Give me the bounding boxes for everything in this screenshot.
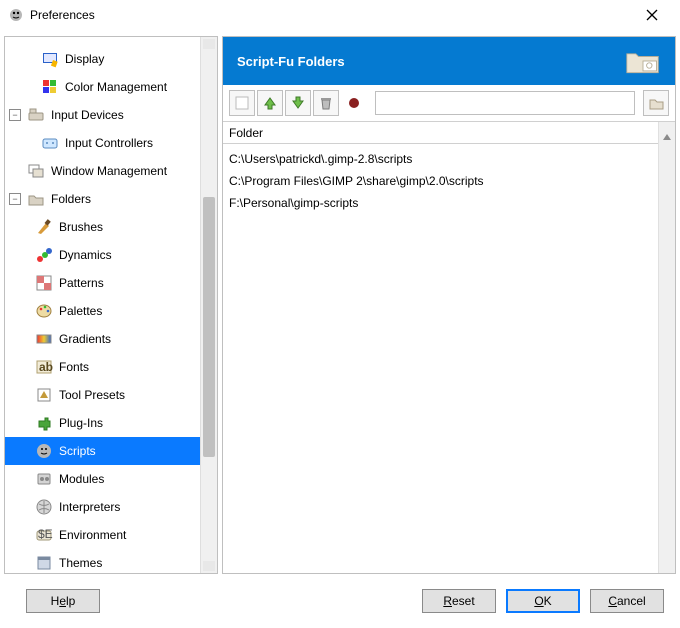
tree-item-color-management[interactable]: Color Management — [5, 73, 200, 101]
list-item[interactable]: F:\Personal\gimp-scripts — [229, 192, 652, 214]
tool-presets-icon — [35, 386, 53, 404]
tree-item-tool-presets[interactable]: Tool Presets — [5, 381, 200, 409]
folder-toolbar — [223, 85, 675, 121]
delete-button[interactable] — [313, 90, 339, 116]
tree-item-patterns[interactable]: Patterns — [5, 269, 200, 297]
tree-label: Environment — [59, 528, 126, 542]
tree-label: Fonts — [59, 360, 89, 374]
tree-label: Themes — [59, 556, 102, 570]
reset-button[interactable]: Reset — [422, 589, 496, 613]
tree-item-fonts[interactable]: ab Fonts — [5, 353, 200, 381]
tree-item-modules[interactable]: Modules — [5, 465, 200, 493]
folder-path: F:\Personal\gimp-scripts — [229, 196, 358, 210]
controllers-icon — [41, 134, 59, 152]
dialog-buttons: Help Reset OK Cancel — [0, 574, 680, 628]
tree-label: Folders — [51, 192, 91, 206]
tree-item-folders[interactable]: − Folders — [5, 185, 200, 213]
svg-text:ab: ab — [39, 360, 53, 374]
detail-pane: Script-Fu Folders Folder C:\Users\pa — [222, 36, 676, 574]
move-down-button[interactable] — [285, 90, 311, 116]
tree-item-interpreters[interactable]: Interpreters — [5, 493, 200, 521]
app-icon — [8, 7, 24, 23]
preferences-window: Preferences Display Color Management — [0, 0, 680, 628]
patterns-icon — [35, 274, 53, 292]
environment-icon: $ENV — [35, 526, 53, 544]
input-devices-icon — [27, 106, 45, 124]
themes-icon — [35, 554, 53, 572]
tree-label: Dynamics — [59, 248, 112, 262]
folders-icon — [27, 190, 45, 208]
close-button[interactable] — [632, 0, 672, 30]
brushes-icon — [35, 218, 53, 236]
tree-label: Plug-Ins — [59, 416, 103, 430]
tree-label: Display — [65, 52, 104, 66]
column-header-label: Folder — [229, 126, 263, 140]
folder-column-header[interactable]: Folder — [223, 122, 658, 144]
titlebar: Preferences — [0, 0, 680, 30]
content-area: Display Color Management − Input Devices… — [0, 30, 680, 574]
tree-item-palettes[interactable]: Palettes — [5, 297, 200, 325]
section-title: Script-Fu Folders — [237, 54, 345, 69]
color-icon — [41, 78, 59, 96]
window-title: Preferences — [30, 8, 632, 22]
category-tree-pane: Display Color Management − Input Devices… — [4, 36, 218, 574]
tree-label: Color Management — [65, 80, 167, 94]
svg-text:$ENV: $ENV — [38, 527, 53, 541]
folder-list[interactable]: C:\Users\patrickd\.gimp-2.8\scripts C:\P… — [223, 144, 658, 573]
tree-label: Modules — [59, 472, 104, 486]
tree-item-gradients[interactable]: Gradients — [5, 325, 200, 353]
tree-label: Patterns — [59, 276, 104, 290]
tree-label: Input Controllers — [65, 136, 153, 150]
fonts-icon: ab — [35, 358, 53, 376]
tree-label: Interpreters — [59, 500, 120, 514]
tree-item-dynamics[interactable]: Dynamics — [5, 241, 200, 269]
list-scrollbar[interactable] — [658, 122, 675, 573]
tree-item-window-management[interactable]: Window Management — [5, 157, 200, 185]
folder-path-input[interactable] — [375, 91, 635, 115]
folder-list-area: Folder C:\Users\patrickd\.gimp-2.8\scrip… — [223, 121, 675, 573]
tree-label: Brushes — [59, 220, 103, 234]
tree-label: Window Management — [51, 164, 167, 178]
plug-ins-icon — [35, 414, 53, 432]
folder-settings-icon — [625, 46, 661, 76]
tree-item-input-controllers[interactable]: Input Controllers — [5, 129, 200, 157]
folder-path: C:\Program Files\GIMP 2\share\gimp\2.0\s… — [229, 174, 484, 188]
section-banner: Script-Fu Folders — [223, 37, 675, 85]
tree-label: Scripts — [59, 444, 96, 458]
browse-button[interactable] — [643, 90, 669, 116]
tree-label: Palettes — [59, 304, 102, 318]
tree-item-scripts[interactable]: Scripts — [5, 437, 200, 465]
dynamics-icon — [35, 246, 53, 264]
tree-label: Input Devices — [51, 108, 124, 122]
tree-item-themes[interactable]: Themes — [5, 549, 200, 573]
tree-label: Tool Presets — [59, 388, 125, 402]
tree-item-environment[interactable]: $ENV Environment — [5, 521, 200, 549]
cancel-button[interactable]: Cancel — [590, 589, 664, 613]
tree-item-plug-ins[interactable]: Plug-Ins — [5, 409, 200, 437]
move-up-button[interactable] — [257, 90, 283, 116]
help-button[interactable]: Help — [26, 589, 100, 613]
new-folder-button[interactable] — [229, 90, 255, 116]
display-icon — [41, 50, 59, 68]
folder-path: C:\Users\patrickd\.gimp-2.8\scripts — [229, 152, 412, 166]
gradients-icon — [35, 330, 53, 348]
tree-item-display[interactable]: Display — [5, 45, 200, 73]
category-tree[interactable]: Display Color Management − Input Devices… — [5, 37, 200, 573]
modules-icon — [35, 470, 53, 488]
scripts-icon — [35, 442, 53, 460]
tree-scrollbar[interactable] — [200, 37, 217, 573]
collapse-toggle[interactable]: − — [9, 193, 21, 205]
ok-button[interactable]: OK — [506, 589, 580, 613]
interpreters-icon — [35, 498, 53, 516]
window-mgmt-icon — [27, 162, 45, 180]
list-item[interactable]: C:\Program Files\GIMP 2\share\gimp\2.0\s… — [229, 170, 652, 192]
tree-item-input-devices[interactable]: − Input Devices — [5, 101, 200, 129]
tree-label: Gradients — [59, 332, 111, 346]
palettes-icon — [35, 302, 53, 320]
record-indicator-icon — [341, 90, 367, 116]
collapse-toggle[interactable]: − — [9, 109, 21, 121]
tree-item-brushes[interactable]: Brushes — [5, 213, 200, 241]
list-item[interactable]: C:\Users\patrickd\.gimp-2.8\scripts — [229, 148, 652, 170]
